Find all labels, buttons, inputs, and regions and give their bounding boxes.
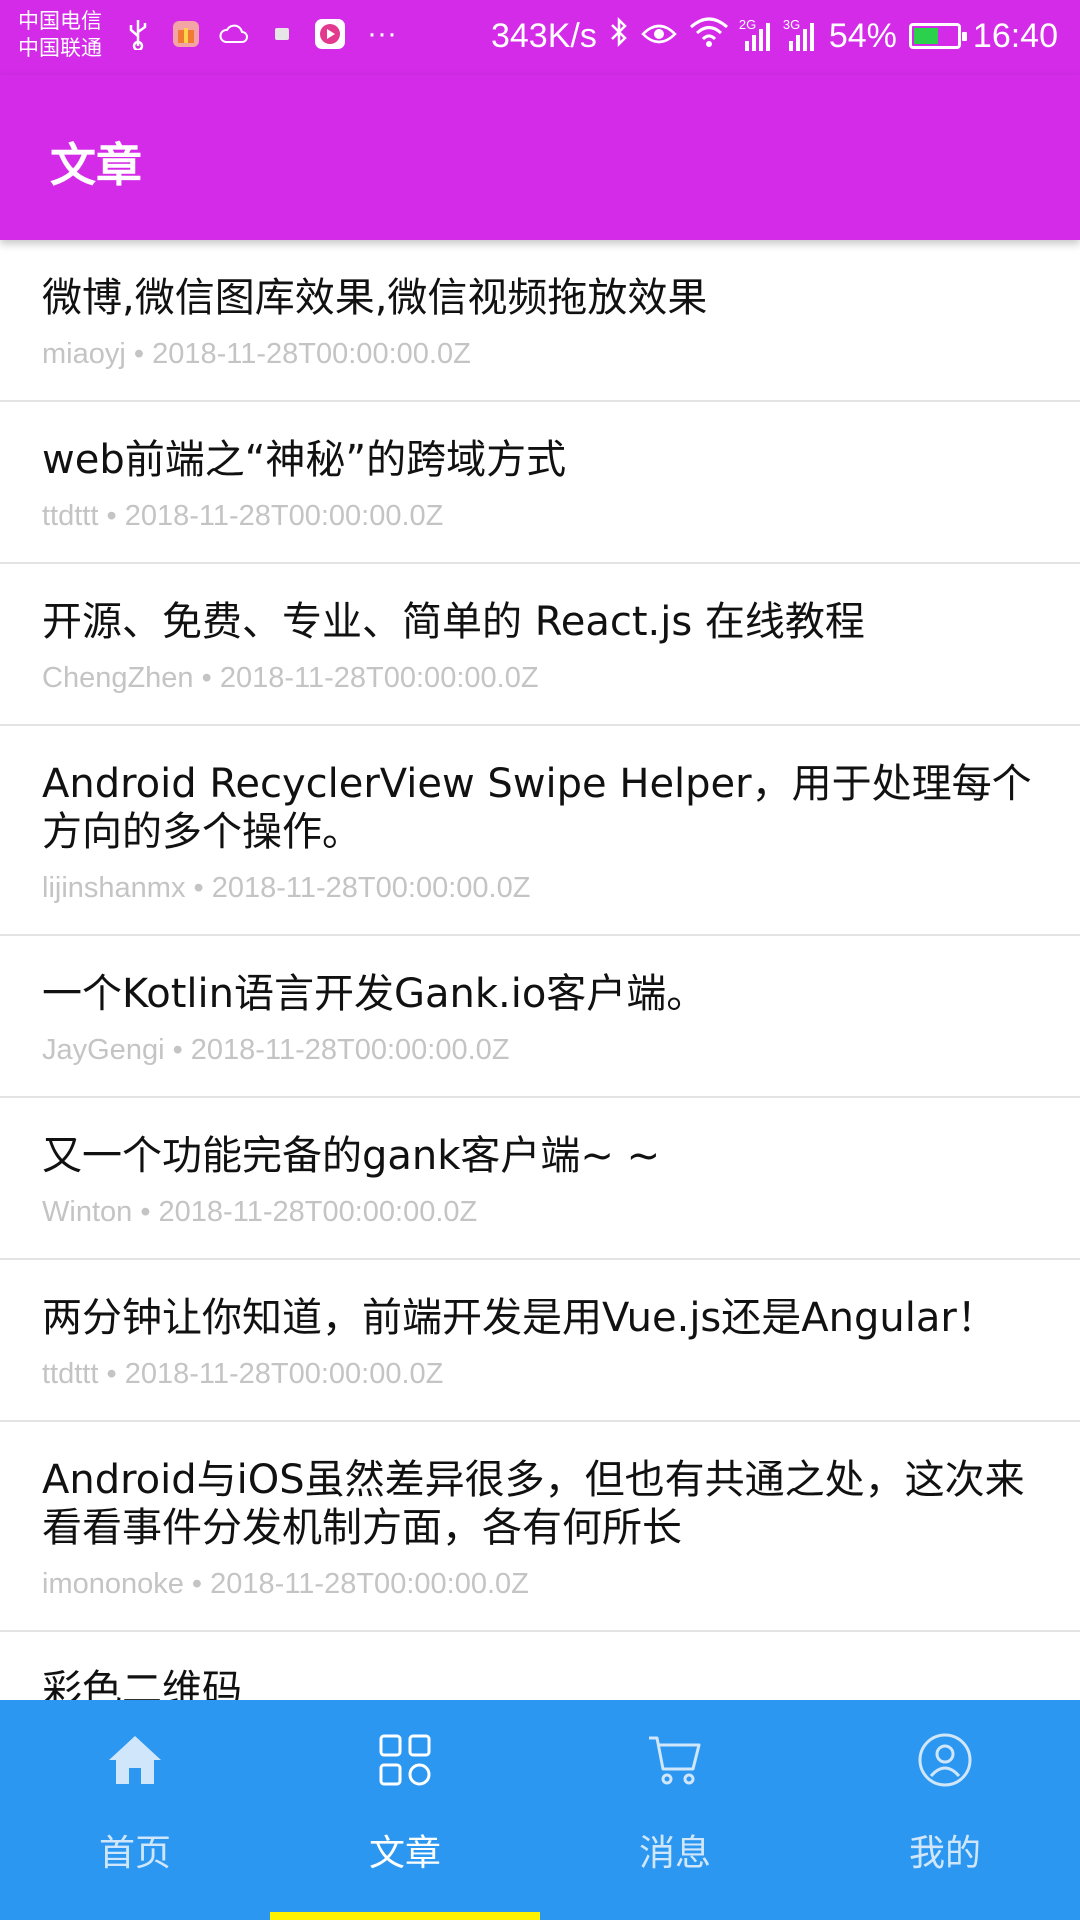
article-author: ttdttt [42, 500, 99, 532]
status-right: 343K/s 2G 3G 54% 16:40 [491, 14, 1058, 58]
article-item[interactable]: 开源、免费、专业、简单的 React.js 在线教程 ChengZhen • 20… [0, 564, 1080, 726]
app-bar: 文章 [0, 75, 1080, 240]
article-date: 2018-11-28T00:00:00.0Z [158, 1196, 478, 1228]
article-title: 开源、免费、专业、简单的 React.js 在线教程 [42, 599, 865, 645]
meta-separator: • [132, 1196, 159, 1228]
square-icon [266, 18, 298, 50]
wifi-icon [689, 17, 729, 56]
nav-item-articles[interactable]: 文章 [270, 1700, 540, 1920]
article-meta: ttdttt • 2018-11-28T00:00:00.0Z [42, 1356, 1038, 1392]
article-author: JayGengi [42, 1034, 165, 1066]
page-title: 文章 [50, 138, 142, 192]
article-date: 2018-11-28T00:00:00.0Z [124, 500, 444, 532]
meta-separator: • [98, 1358, 125, 1390]
article-date: 2018-11-28T00:00:00.0Z [152, 338, 471, 370]
network-speed: 343K/s [490, 17, 597, 55]
article-author: imononoke [42, 1568, 184, 1600]
article-meta: JayGengi • 2018-11-28T00:00:00.0Z [42, 1032, 1038, 1068]
signal-icon-2g: 2G [739, 17, 773, 51]
meta-separator: • [193, 662, 220, 694]
network-2g-label: 2G [738, 17, 757, 32]
article-date: 2018-11-28T00:00:00.0Z [190, 1034, 510, 1066]
article-author: ttdttt [42, 1358, 99, 1390]
article-title: 彩色二维码 [42, 1667, 242, 1700]
article-item[interactable]: 一个Kotlin语言开发Gank.io客户端。 JayGengi • 2018-1… [0, 936, 1080, 1098]
nav-item-profile[interactable]: 我的 [810, 1700, 1080, 1920]
notification-icons: ··· [122, 17, 402, 50]
article-title: web前端之“神秘”的跨域方式 [42, 437, 567, 483]
meta-separator: • [164, 1034, 191, 1066]
article-meta: ChengZhen • 2018-11-28T00:00:00.0Z [42, 660, 1038, 696]
nav-label-home: 首页 [98, 1833, 171, 1874]
bottom-nav: 首页 文章 消息 我的 [0, 1700, 1080, 1920]
meta-separator: • [98, 500, 125, 532]
article-title: 一个Kotlin语言开发Gank.io客户端。 [42, 971, 707, 1017]
article-item[interactable]: Android RecyclerView Swipe Helper，用于处理每个… [0, 726, 1080, 936]
carrier-2: 中国联通 [18, 36, 102, 60]
article-author: lijinshanmx [42, 872, 186, 904]
network-3g-label: 3G [782, 17, 801, 32]
article-meta: Winton • 2018-11-28T00:00:00.0Z [42, 1194, 1038, 1230]
article-title: Android RecyclerView Swipe Helper，用于处理每个… [42, 761, 1032, 855]
article-meta: ttdttt • 2018-11-28T00:00:00.0Z [42, 498, 1038, 534]
article-author: Winton [42, 1196, 133, 1228]
article-title: 微博,微信图库效果,微信视频拖放效果 [42, 275, 708, 321]
article-item[interactable]: 彩色二维码 [0, 1632, 1080, 1700]
meta-separator: • [125, 338, 153, 370]
article-item[interactable]: 微博,微信图库效果,微信视频拖放效果 miaoyj • 2018-11-28T00… [0, 240, 1080, 402]
article-title: Android与iOS虽然差异很多，但也有共通之处，这次来看看事件分发机制方面，… [42, 1457, 1025, 1551]
user-icon [915, 1730, 975, 1790]
cloud-icon [218, 18, 250, 50]
meta-separator: • [185, 872, 212, 904]
gift-icon [170, 18, 202, 50]
grid-icon [375, 1730, 435, 1790]
battery-percent: 54% [828, 17, 897, 55]
usb-icon [122, 18, 154, 50]
video-icon [314, 18, 346, 50]
article-item[interactable]: 两分钟让你知道，前端开发是用Vue.js还是Angular！ ttdttt • 2… [0, 1260, 1080, 1422]
article-title: 又一个功能完备的gank客户端~ ~ [42, 1133, 661, 1179]
signal-icon-3g: 3G [783, 17, 817, 51]
more-icon: ··· [367, 17, 397, 50]
meta-separator: • [183, 1568, 211, 1600]
carrier-info: 中国电信 中国联通 [18, 8, 102, 62]
article-date: 2018-11-28T00:00:00.0Z [211, 872, 531, 904]
status-bar: 中国电信 中国联通 ··· 343K/s 2G 3G 54% 16:40 [0, 0, 1080, 75]
home-icon [105, 1730, 165, 1790]
article-meta: imononoke • 2018-11-28T00:00:00.0Z [42, 1566, 1038, 1602]
cart-icon [645, 1730, 705, 1790]
nav-label-messages: 消息 [638, 1833, 711, 1874]
article-item[interactable]: 又一个功能完备的gank客户端~ ~ Winton • 2018-11-28T00… [0, 1098, 1080, 1260]
article-date: 2018-11-28T00:00:00.0Z [124, 1358, 444, 1390]
article-author: ChengZhen [42, 662, 194, 694]
battery-fill [913, 28, 938, 44]
article-date: 2018-11-28T00:00:00.0Z [219, 662, 539, 694]
nav-item-home[interactable]: 首页 [0, 1700, 270, 1920]
article-meta: lijinshanmx • 2018-11-28T00:00:00.0Z [42, 870, 1038, 906]
active-tab-indicator [270, 1912, 540, 1920]
article-list[interactable]: 微博,微信图库效果,微信视频拖放效果 miaoyj • 2018-11-28T00… [0, 240, 1080, 1700]
screen: 中国电信 中国联通 ··· 343K/s 2G 3G 54% 16:40 文章 … [0, 0, 1080, 1920]
article-date: 2018-11-28T00:00:00.0Z [210, 1568, 529, 1600]
eye-icon [641, 17, 677, 56]
article-item[interactable]: Android与iOS虽然差异很多，但也有共通之处，这次来看看事件分发机制方面，… [0, 1422, 1080, 1632]
nav-label-profile: 我的 [908, 1833, 981, 1874]
article-meta: miaoyj • 2018-11-28T00:00:00.0Z [42, 336, 1038, 372]
clock: 16:40 [972, 17, 1058, 55]
carrier-1: 中国电信 [18, 9, 102, 33]
article-item[interactable]: web前端之“神秘”的跨域方式 ttdttt • 2018-11-28T00:00… [0, 402, 1080, 564]
battery-icon [908, 23, 967, 49]
bluetooth-icon [609, 16, 629, 57]
nav-item-messages[interactable]: 消息 [540, 1700, 810, 1920]
article-title: 两分钟让你知道，前端开发是用Vue.js还是Angular！ [42, 1295, 997, 1341]
article-author: miaoyj [42, 338, 126, 370]
nav-label-articles: 文章 [368, 1833, 441, 1874]
